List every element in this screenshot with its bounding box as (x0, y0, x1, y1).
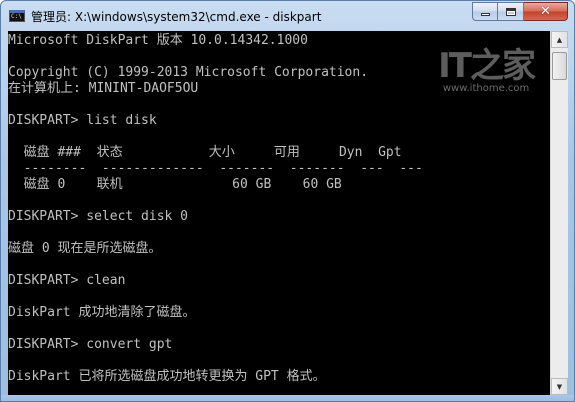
console-line: DISKPART> convert gpt (8, 337, 173, 352)
console-line: DISKPART> select disk 0 (8, 209, 189, 224)
scroll-up-button[interactable]: ▲ (551, 31, 568, 48)
ithome-watermark: IT之家 www.ithome.com (438, 46, 536, 95)
title-bar[interactable]: C:\ 管理员: X:\windows\system32\cmd.exe - d… (1, 1, 574, 31)
console-line: Copyright (C) 1999-2013 Microsoft Corpor… (8, 65, 369, 80)
console-line: 磁盘 0 联机 60 GB 60 GB (8, 177, 342, 192)
console-line: 在计算机上: MININT-DAOF5OU (8, 81, 199, 96)
console-line: DiskPart 已将所选磁盘成功地转更换为 GPT 格式。 (8, 369, 326, 384)
minimize-button[interactable] (472, 2, 498, 21)
console-line: 磁盘 0 现在是所选磁盘。 (8, 241, 162, 256)
close-button[interactable]: ✕ (524, 2, 568, 21)
cmd-window: C:\ 管理员: X:\windows\system32\cmd.exe - d… (0, 0, 575, 402)
minimize-icon (480, 13, 490, 16)
watermark-url: www.ithome.com (442, 83, 530, 94)
console-line: DISKPART> list disk (8, 113, 157, 128)
vertical-scrollbar[interactable]: ▲ ▼ (550, 31, 568, 395)
caption-buttons: ✕ (472, 2, 568, 21)
console-line: Microsoft DiskPart 版本 10.0.14342.1000 (8, 33, 308, 48)
watermark-logo: IT之家 (438, 46, 536, 86)
console-line: DiskPart 成功地清除了磁盘。 (8, 305, 196, 320)
app-icon-text: C:\ (11, 13, 22, 20)
console-output[interactable]: DiskPart 已将所选磁盘成功地转更换为 GPT 格式。 DISKPART> … (8, 31, 550, 395)
maximize-button[interactable] (498, 2, 524, 21)
scroll-thumb[interactable] (552, 52, 567, 80)
arrow-down-icon: ▼ (556, 382, 563, 391)
window-bottom-border (1, 395, 574, 401)
window-title: 管理员: X:\windows\system32\cmd.exe - diskp… (31, 10, 322, 24)
console-line: DISKPART> clean (8, 273, 126, 288)
close-icon: ✕ (540, 4, 551, 19)
arrow-up-icon: ▲ (556, 35, 563, 44)
console-line: 磁盘 ### 状态 大小 可用 Dyn Gpt (8, 145, 402, 160)
maximize-icon (505, 7, 516, 16)
cmd-app-icon[interactable]: C:\ (9, 10, 25, 22)
scroll-down-button[interactable]: ▼ (551, 378, 568, 395)
console-line: -------- ------------- ------- ------- -… (8, 161, 423, 176)
